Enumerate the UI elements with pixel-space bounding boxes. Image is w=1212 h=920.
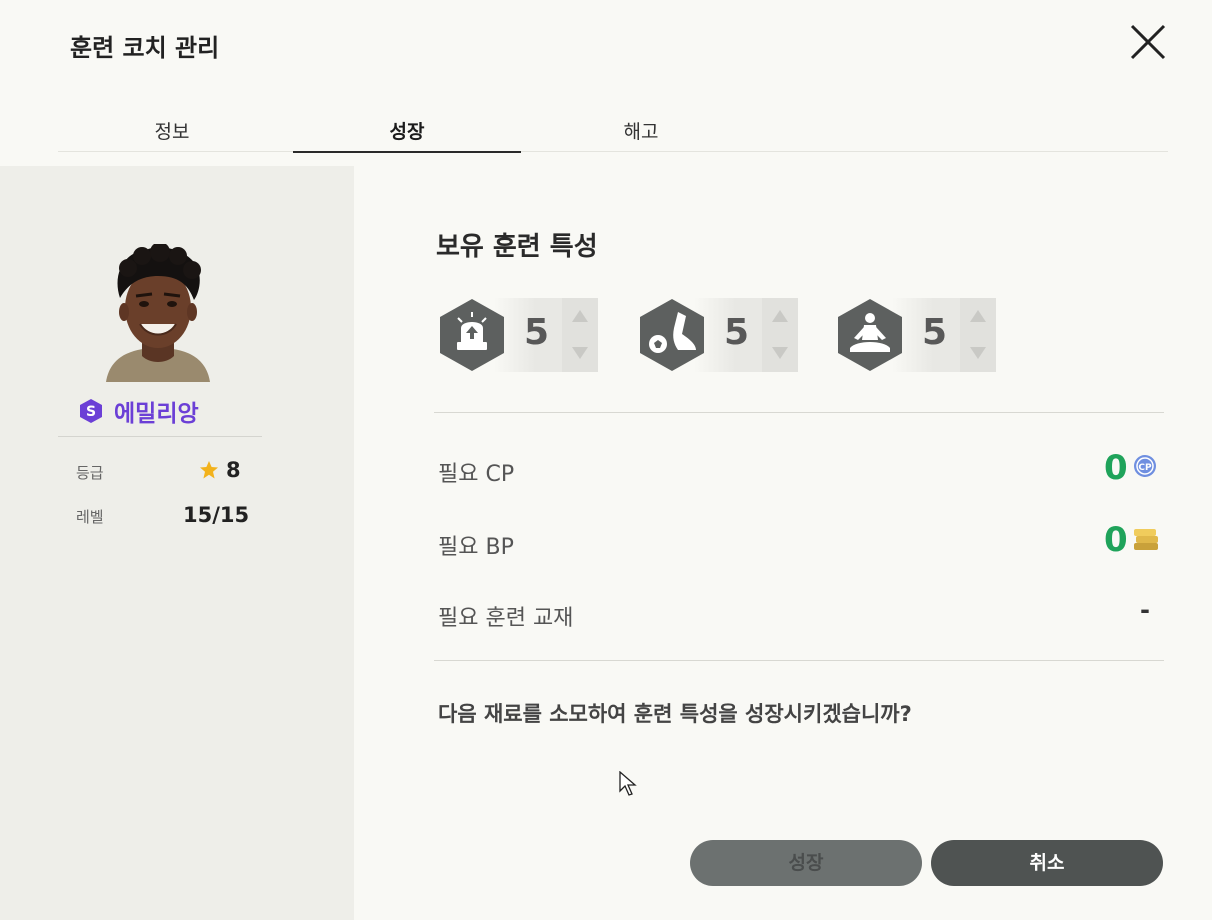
svg-text:CP: CP [1138, 463, 1152, 473]
divider [58, 436, 262, 437]
mouse-cursor-icon [619, 770, 637, 797]
coach-avatar [102, 244, 214, 382]
meditation-icon [836, 298, 904, 372]
required-material-label: 필요 훈련 교재 [438, 606, 574, 631]
tab-info[interactable]: 정보 [58, 112, 286, 152]
star-icon [199, 460, 219, 480]
level-label: 레벨 [76, 508, 104, 526]
cancel-button[interactable]: 취소 [931, 840, 1163, 886]
level-up-arrow-icon[interactable] [562, 298, 598, 335]
trait-level: 5 [922, 312, 948, 353]
owned-traits-title: 보유 훈련 특성 [436, 232, 598, 262]
bp-coin-stack-icon [1132, 527, 1160, 553]
tab-dismiss[interactable]: 해고 [527, 112, 755, 152]
tab-growth[interactable]: 성장 [293, 112, 521, 153]
kicking-foot-ball-icon [638, 298, 706, 372]
coach-name: 에밀리앙 [114, 401, 199, 427]
required-bp-value: 0 [1104, 520, 1128, 560]
coach-name-row: S 에밀리앙 [78, 394, 199, 428]
divider [434, 660, 1164, 661]
alarm-siren-icon [438, 298, 506, 372]
required-cp-value: 0 [1104, 448, 1128, 488]
grade-label: 등급 [76, 464, 104, 482]
close-icon[interactable] [1126, 20, 1170, 64]
trait-level: 5 [524, 312, 550, 353]
divider [434, 412, 1164, 413]
trait-level: 5 [724, 312, 750, 353]
grade-value: 8 [226, 458, 241, 482]
cp-coin-icon: CP [1133, 454, 1157, 478]
level-up-arrow-icon[interactable] [960, 298, 996, 335]
grade-s-badge-icon: S [78, 398, 104, 424]
level-up-arrow-icon[interactable] [762, 298, 798, 335]
coach-profile-panel: S 에밀리앙 등급 8 레벨 15/15 [0, 166, 354, 920]
level-value: 15/15 [183, 503, 250, 527]
level-down-arrow-icon[interactable] [762, 335, 798, 372]
modal-title: 훈련 코치 관리 [70, 34, 220, 62]
grow-button[interactable]: 성장 [690, 840, 922, 886]
required-bp-label: 필요 BP [438, 535, 514, 560]
required-cp-label: 필요 CP [438, 462, 515, 487]
required-material-value: - [1140, 596, 1150, 624]
level-down-arrow-icon[interactable] [562, 335, 598, 372]
svg-text:S: S [86, 404, 96, 420]
confirm-message: 다음 재료를 소모하여 훈련 특성을 성장시키겠습니까? [438, 702, 912, 726]
level-down-arrow-icon[interactable] [960, 335, 996, 372]
tab-bar: 정보 성장 해고 [58, 112, 1168, 153]
